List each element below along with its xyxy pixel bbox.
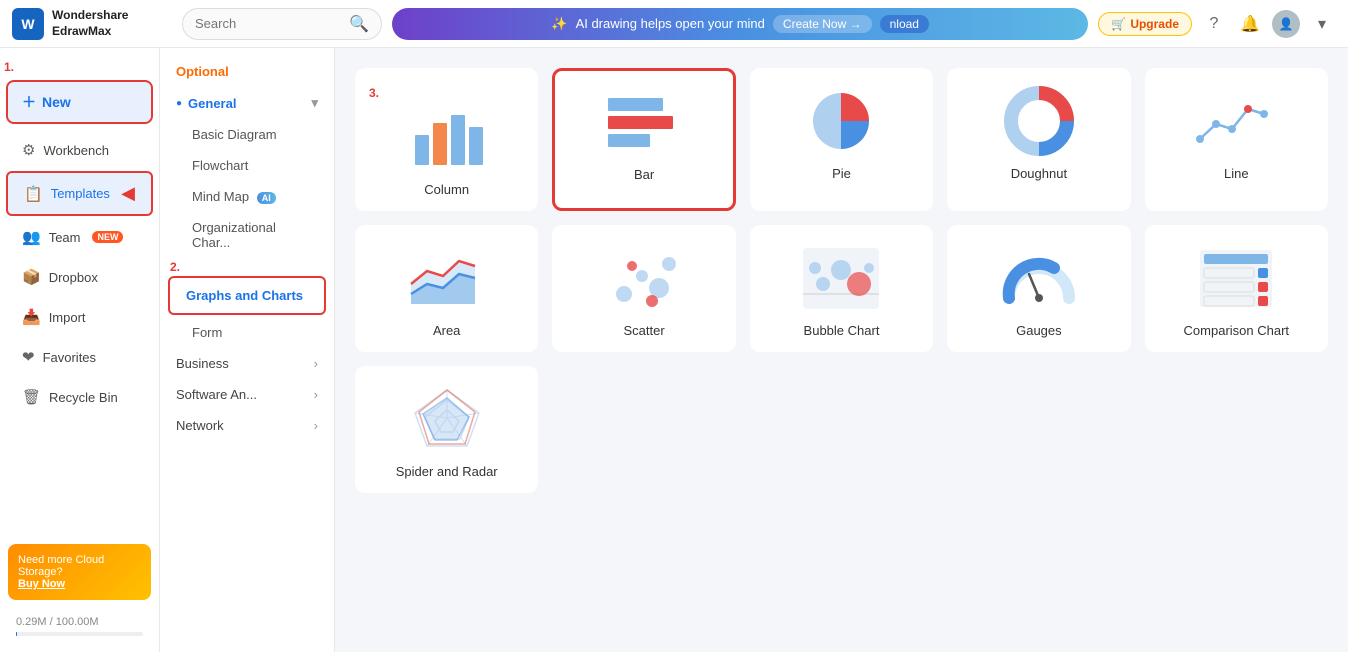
pie-chart-icon [796,86,886,156]
submenu-form[interactable]: Form [160,317,334,348]
chart-card-scatter[interactable]: Scatter [552,225,735,352]
recycle-icon: 🗑 [22,388,41,406]
line-chart-icon [1191,86,1281,156]
chart-card-pie[interactable]: Pie [750,68,933,211]
menu-item-graphs-charts[interactable]: Graphs and Charts [168,276,326,315]
upgrade-icon: 🛒 [1111,17,1126,31]
ai-icon: ✨ [551,16,567,32]
sidebar-item-recycle[interactable]: 🗑 Recycle Bin [6,378,153,416]
upgrade-button[interactable]: 🛒 Upgrade [1098,12,1192,36]
favorites-icon: ❤ [22,348,35,366]
dropbox-icon: 📦 [22,268,41,286]
sidebar-item-templates[interactable]: 📋 Templates ◀ [6,171,153,216]
ai-banner: ✨ AI drawing helps open your mind Create… [392,8,1088,40]
notifications-button[interactable]: 🔔 [1236,10,1264,38]
submenu-basic-diagram[interactable]: Basic Diagram [160,119,334,150]
ai-badge: AI [257,192,276,204]
chart-title-scatter: Scatter [624,323,665,338]
middle-panel: Optional ● General ▾ Basic Diagram Flowc… [160,48,335,652]
cloud-storage-promo: Need more Cloud Storage? Buy Now [8,544,151,600]
comparison-chart-icon [1191,243,1281,313]
templates-icon: 📋 [24,185,43,203]
chart-card-line[interactable]: Line [1145,68,1328,211]
submenu-flowchart[interactable]: Flowchart [160,150,334,181]
team-new-badge: NEW [92,231,123,243]
help-button[interactable]: ? [1200,10,1228,38]
create-now-button[interactable]: Create Now → [773,15,872,33]
sidebar-item-import[interactable]: 📥 Import [6,298,153,336]
chart-title-column: Column [424,182,469,197]
workbench-icon: ⚙ [22,141,35,159]
search-bar[interactable]: 🔍 [182,8,382,40]
bar-chart-icon [599,87,689,157]
chart-card-area[interactable]: Area [355,225,538,352]
chart-title-bar: Bar [634,167,654,182]
storage-info: 0.29M / 100.00M [8,616,151,636]
dropdown-arrow[interactable]: ▾ [1308,10,1336,38]
menu-item-business[interactable]: Business › [160,348,334,379]
chart-title-comparison: Comparison Chart [1184,323,1290,338]
chart-card-bubble[interactable]: Bubble Chart [750,225,933,352]
sidebar-item-team[interactable]: 👥 Team NEW [6,218,153,256]
spider-chart-icon [402,384,492,454]
app-logo[interactable]: W [12,8,44,40]
step1-label: 1. [4,60,159,74]
team-icon: 👥 [22,228,41,246]
topbar-actions: 🛒 Upgrade ? 🔔 👤 ▾ [1098,10,1336,38]
gauges-chart-icon [994,243,1084,313]
chart-card-bar[interactable]: Bar [552,68,735,211]
network-chevron-icon: › [314,418,318,433]
content-area: 3. Column [335,48,1348,652]
download-button[interactable]: nload [880,15,929,33]
business-chevron-icon: › [314,356,318,371]
chart-title-area: Area [433,323,460,338]
step3-label: 3. [369,86,379,100]
step2-label: 2. [170,260,334,274]
buy-now-link[interactable]: Buy Now [18,578,141,590]
plus-icon: ＋ [22,92,36,112]
menu-item-software[interactable]: Software An... › [160,379,334,410]
storage-bar [16,632,143,636]
chart-grid: 3. Column [355,68,1328,493]
chart-title-bubble: Bubble Chart [804,323,880,338]
sidebar: 1. ＋ New ⚙ Workbench 📋 Templates ◀ 👥 Tea… [0,48,160,652]
search-icon: 🔍 [349,14,369,34]
new-button[interactable]: ＋ New [6,80,153,124]
general-dot-icon: ● [176,98,182,109]
sidebar-item-favorites[interactable]: ❤ Favorites [6,338,153,376]
sidebar-item-workbench[interactable]: ⚙ Workbench [6,131,153,169]
chart-title-pie: Pie [832,166,851,181]
search-input[interactable] [195,16,343,31]
area-chart-icon [402,243,492,313]
chart-title-spider: Spider and Radar [396,464,498,479]
chart-card-spider[interactable]: Spider and Radar [355,366,538,493]
user-avatar[interactable]: 👤 [1272,10,1300,38]
scatter-chart-icon [599,243,689,313]
submenu-mind-map[interactable]: Mind Map AI [160,181,334,212]
sidebar-item-dropbox[interactable]: 📦 Dropbox [6,258,153,296]
optional-label: Optional [160,60,334,87]
chart-title-doughnut: Doughnut [1011,166,1067,181]
menu-item-general[interactable]: ● General ▾ [160,87,334,119]
chart-card-comparison[interactable]: Comparison Chart [1145,225,1328,352]
software-chevron-icon: › [314,387,318,402]
doughnut-chart-icon [994,86,1084,156]
chart-card-doughnut[interactable]: Doughnut [947,68,1130,211]
bubble-chart-icon [796,243,886,313]
chart-card-column[interactable]: 3. Column [355,68,538,211]
menu-item-network[interactable]: Network › [160,410,334,441]
chart-card-gauges[interactable]: Gauges [947,225,1130,352]
submenu-org-chart[interactable]: Organizational Char... [160,212,334,258]
column-chart-icon [402,102,492,172]
chart-title-line: Line [1224,166,1249,181]
logo-area: W Wondershare EdrawMax [12,8,172,40]
import-icon: 📥 [22,308,41,326]
chart-title-gauges: Gauges [1016,323,1062,338]
app-name: Wondershare EdrawMax [52,8,128,39]
general-chevron-icon: ▾ [311,95,318,111]
